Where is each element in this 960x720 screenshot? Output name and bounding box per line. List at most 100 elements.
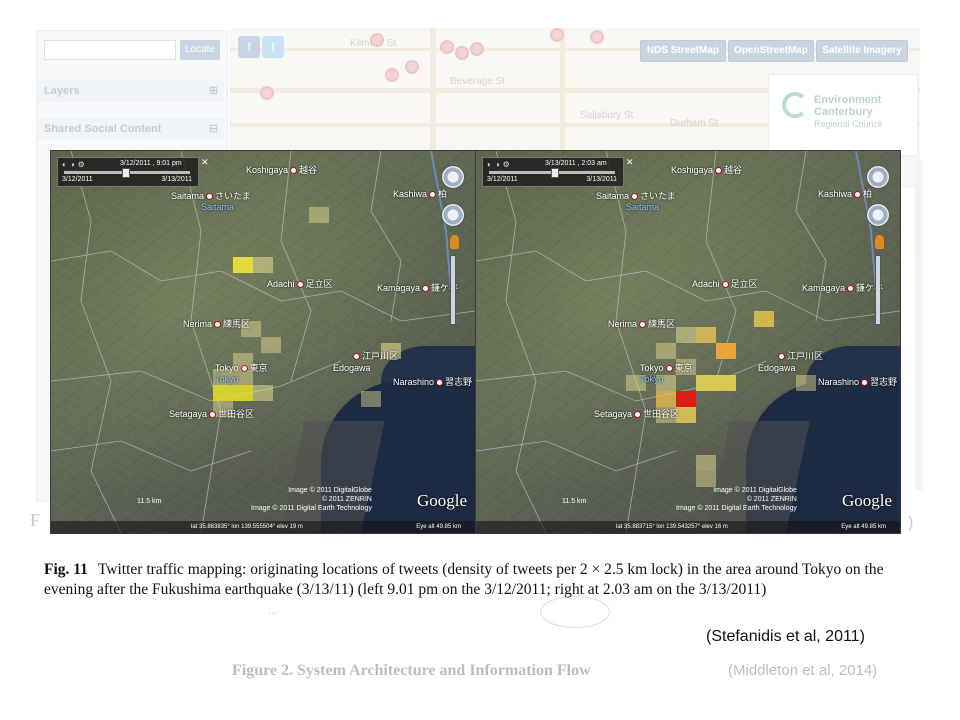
shared-social-content-section-header[interactable]: Shared Social Content ⊟ <box>38 118 224 140</box>
place-label: Narashino 習志野 <box>393 377 473 387</box>
map-pin-icon[interactable] <box>470 42 484 56</box>
figure-label: Fig. 11 <box>44 561 88 578</box>
density-cell <box>233 385 253 401</box>
place-label: Saitama さいたま Saitama <box>171 191 251 212</box>
credit-line: Image © 2011 DigitalGlobe <box>288 487 372 494</box>
imagery-credit: Image © 2011 DigitalGlobe © 2011 ZENRIN … <box>676 486 797 513</box>
place-label: Edogawa <box>333 363 371 373</box>
density-cell <box>716 343 736 359</box>
place-label: 江戸川区 <box>776 349 823 362</box>
place-label: Kashiwa 柏 <box>393 189 448 199</box>
credit-line: Image © 2011 Digital Earth Technology <box>676 505 797 512</box>
twitter-icon[interactable]: t <box>262 36 284 58</box>
place-label: Nerima 練馬区 <box>608 319 676 329</box>
place-label: Nerima 練馬区 <box>183 319 251 329</box>
place-label: Kamagaya 鎌ケ谷 <box>802 283 884 293</box>
street-view-pegman-icon[interactable] <box>875 235 884 249</box>
citation: (Stefanidis et al, 2011) <box>706 628 865 645</box>
place-label: Kashiwa 柏 <box>818 189 873 199</box>
cursor-coordinates: lat 35.883835° lon 139.555504° elev 19 m <box>191 524 303 530</box>
credit-line: Image © 2011 DigitalGlobe <box>713 487 797 494</box>
status-bar: lat 35.883835° lon 139.555504° elev 19 m… <box>51 521 475 533</box>
time-slider-controls-icon[interactable]: ◐◑⚙ <box>62 160 88 169</box>
map-pin-icon[interactable] <box>385 68 399 82</box>
credit-line: © 2011 ZENRIN <box>321 496 372 503</box>
place-label: Setagaya 世田谷区 <box>169 409 255 419</box>
look-navigation-icon[interactable] <box>866 165 890 189</box>
close-icon[interactable]: ✕ <box>626 157 634 168</box>
eye-altitude: Eye alt 49.85 km <box>416 524 461 530</box>
close-icon[interactable]: ✕ <box>201 157 209 168</box>
place-label: Adachi 足立区 <box>267 279 333 289</box>
density-cell <box>253 385 273 401</box>
density-cell <box>361 391 381 407</box>
scale-bar: 11.5 km <box>137 498 162 505</box>
density-cell <box>656 391 676 407</box>
place-label: Kamagaya 鎌ケ谷 <box>377 283 459 293</box>
earth-view-right[interactable]: Koshigaya 越谷 Saitama さいたま Saitama Kashiwa 柏 … <box>475 150 901 534</box>
eye-altitude: Eye alt 49.85 km <box>841 524 886 530</box>
density-cell <box>754 311 774 327</box>
place-label: 江戸川区 <box>351 349 398 362</box>
place-label: Edogawa <box>758 363 796 373</box>
time-slider-current: 3/13/2011 , 2:03 am <box>545 160 607 167</box>
zoom-slider[interactable] <box>875 255 881 325</box>
layers-section-header[interactable]: Layers ⊞ <box>38 80 224 102</box>
background-diagram-note: ... <box>268 605 278 617</box>
map-pin-icon[interactable] <box>370 33 384 47</box>
density-cell <box>696 327 716 343</box>
layer-button-nds-streetmap[interactable]: NDS StreetMap <box>640 40 726 62</box>
map-pin-icon[interactable] <box>590 30 604 44</box>
background-caption-fragment: F <box>30 510 41 530</box>
background-search-input[interactable] <box>44 40 176 60</box>
layer-button-satellite-imagery[interactable]: Satellite Imagery <box>816 40 908 62</box>
density-cell <box>233 257 253 273</box>
credit-line: Image © 2011 Digital Earth Technology <box>251 505 372 512</box>
density-cell <box>261 337 281 353</box>
zoom-slider[interactable] <box>450 255 456 325</box>
density-cell <box>253 257 273 273</box>
place-label: Tokyo 東京 Tokyo <box>640 363 693 384</box>
density-cell <box>676 327 696 343</box>
move-navigation-icon[interactable] <box>866 203 890 227</box>
time-slider[interactable]: ◐◑⚙ 3/13/2011 , 2:03 am 3/12/2011 3/13/2… <box>482 157 624 187</box>
move-navigation-icon[interactable] <box>441 203 465 227</box>
map-pin-icon[interactable] <box>550 28 564 42</box>
time-slider-thumb[interactable] <box>121 168 130 178</box>
time-slider[interactable]: ◐◑⚙ 3/12/2011 , 9:01 pm 3/12/2011 3/13/2… <box>57 157 199 187</box>
place-label: Setagaya 世田谷区 <box>594 409 680 419</box>
density-cell-peak <box>676 391 696 407</box>
density-cell <box>309 207 329 223</box>
time-slider-current: 3/12/2011 , 9:01 pm <box>120 160 182 167</box>
street-label: Beverage St <box>450 76 506 87</box>
locate-button[interactable]: Locate <box>180 40 220 60</box>
density-cell <box>696 471 716 487</box>
map-pin-icon[interactable] <box>405 60 419 74</box>
map-pin-icon[interactable] <box>440 40 454 54</box>
earth-view-left[interactable]: Koshigaya 越谷 Saitama さいたま Saitama Kashiwa 柏 … <box>50 150 476 534</box>
map-pin-icon[interactable] <box>455 46 469 60</box>
expand-icon[interactable]: ⊞ <box>209 80 218 102</box>
scale-bar: 11.5 km <box>562 498 587 505</box>
facebook-icon[interactable]: f <box>238 36 260 58</box>
collapse-icon[interactable]: ⊟ <box>209 118 218 140</box>
map-pin-icon[interactable] <box>260 86 274 100</box>
background-diagram-node <box>540 596 610 628</box>
time-slider-controls-icon[interactable]: ◐◑⚙ <box>487 160 513 169</box>
logo-swirl-icon <box>782 92 808 118</box>
street-view-pegman-icon[interactable] <box>450 235 459 249</box>
place-label: Adachi 足立区 <box>692 279 758 289</box>
density-cell <box>716 375 736 391</box>
background-citation: (Middleton et al, 2014) <box>728 662 878 679</box>
social-section-label: Shared Social Content <box>44 123 162 135</box>
time-slider-thumb[interactable] <box>551 168 560 178</box>
background-figure-caption: Figure 2. System Architecture and Inform… <box>232 662 591 679</box>
layer-button-openstreetmap[interactable]: OpenStreetMap <box>728 40 814 62</box>
street-label: Durham St <box>670 118 718 129</box>
place-label: Saitama さいたま Saitama <box>596 191 676 212</box>
layers-section-label: Layers <box>44 85 80 97</box>
look-navigation-icon[interactable] <box>441 165 465 189</box>
credit-line: © 2011 ZENRIN <box>746 496 797 503</box>
google-logo: Google <box>416 491 467 510</box>
density-cell <box>796 375 816 391</box>
